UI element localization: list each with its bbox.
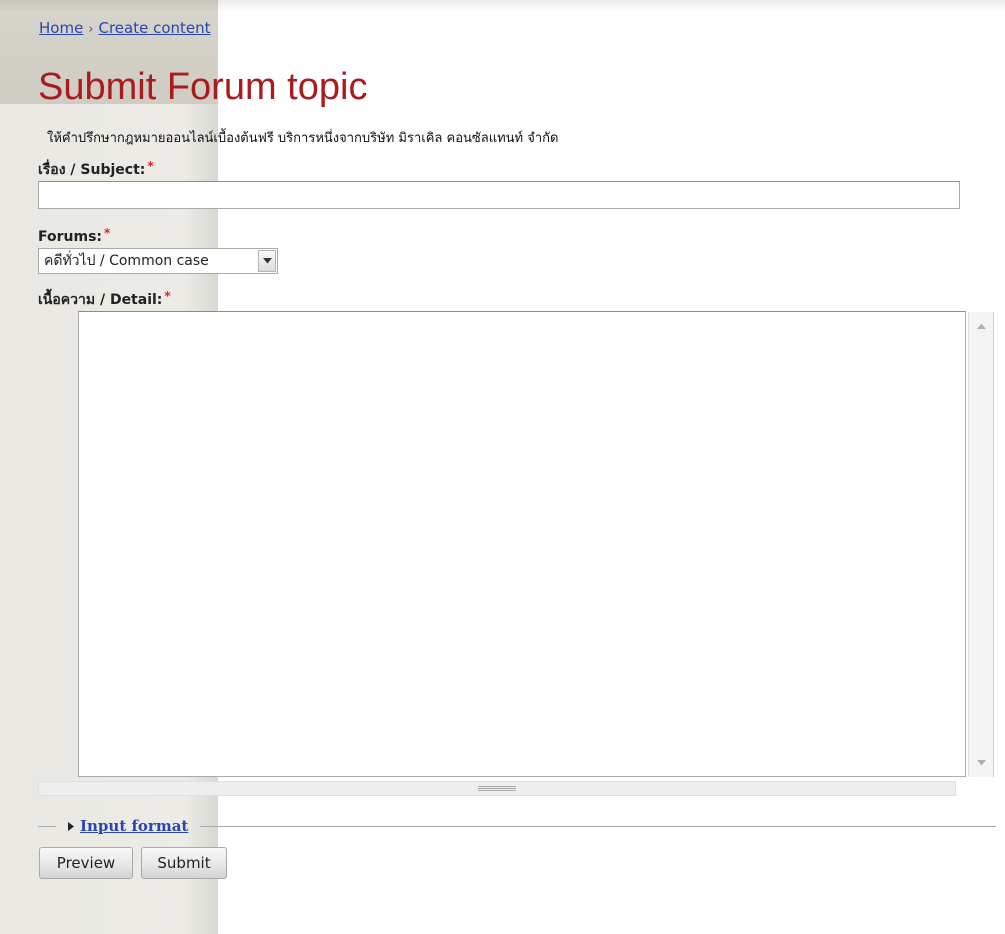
scroll-up-arrow-icon[interactable] (969, 316, 993, 336)
forums-label-text: Forums: (38, 229, 103, 245)
breadcrumb: Home › Create content (39, 19, 211, 37)
top-shadow (0, 0, 1005, 12)
grippie-handle-icon (478, 786, 516, 791)
breadcrumb-home-link[interactable]: Home (39, 19, 83, 37)
input-format-link[interactable]: Input format (80, 817, 188, 835)
detail-textarea[interactable] (78, 311, 966, 777)
forums-required-mark: * (104, 226, 111, 240)
detail-label: เนื้อความ / Detail: * (38, 289, 171, 311)
breadcrumb-separator: › (88, 22, 94, 37)
detail-scrollbar[interactable] (968, 312, 994, 777)
textarea-resize-grippie[interactable] (38, 781, 956, 796)
subject-input[interactable] (38, 181, 960, 209)
submit-button[interactable]: Submit (141, 847, 227, 879)
preview-button[interactable]: Preview (39, 847, 133, 879)
subject-label-text: เรื่อง / Subject: (38, 162, 146, 178)
page-title: Submit Forum topic (38, 66, 368, 108)
input-format-fieldset-legend[interactable]: Input format (68, 817, 188, 835)
fieldset-border-right (200, 826, 996, 827)
page: Home › Create content Submit Forum topic ใ… (0, 0, 1005, 934)
breadcrumb-create-content-link[interactable]: Create content (99, 19, 211, 37)
detail-label-text: เนื้อความ / Detail: (38, 292, 163, 308)
intro-text: ให้คำปรึกษากฎหมายออนไลน์เบื้องต้นฟรี บริ… (47, 131, 559, 146)
scroll-down-arrow-icon[interactable] (969, 753, 993, 773)
collapsed-triangle-icon[interactable] (68, 821, 74, 831)
subject-required-mark: * (147, 159, 154, 173)
fieldset-border-left (38, 826, 56, 827)
dropdown-arrow-icon[interactable] (258, 250, 276, 272)
forums-select[interactable]: คดีทั่วไป / Common case (38, 248, 278, 274)
detail-required-mark: * (164, 289, 171, 303)
forums-label: Forums: * (38, 226, 110, 245)
subject-label: เรื่อง / Subject: * (38, 159, 154, 181)
forums-selected-value: คดีทั่วไป / Common case (44, 253, 209, 269)
